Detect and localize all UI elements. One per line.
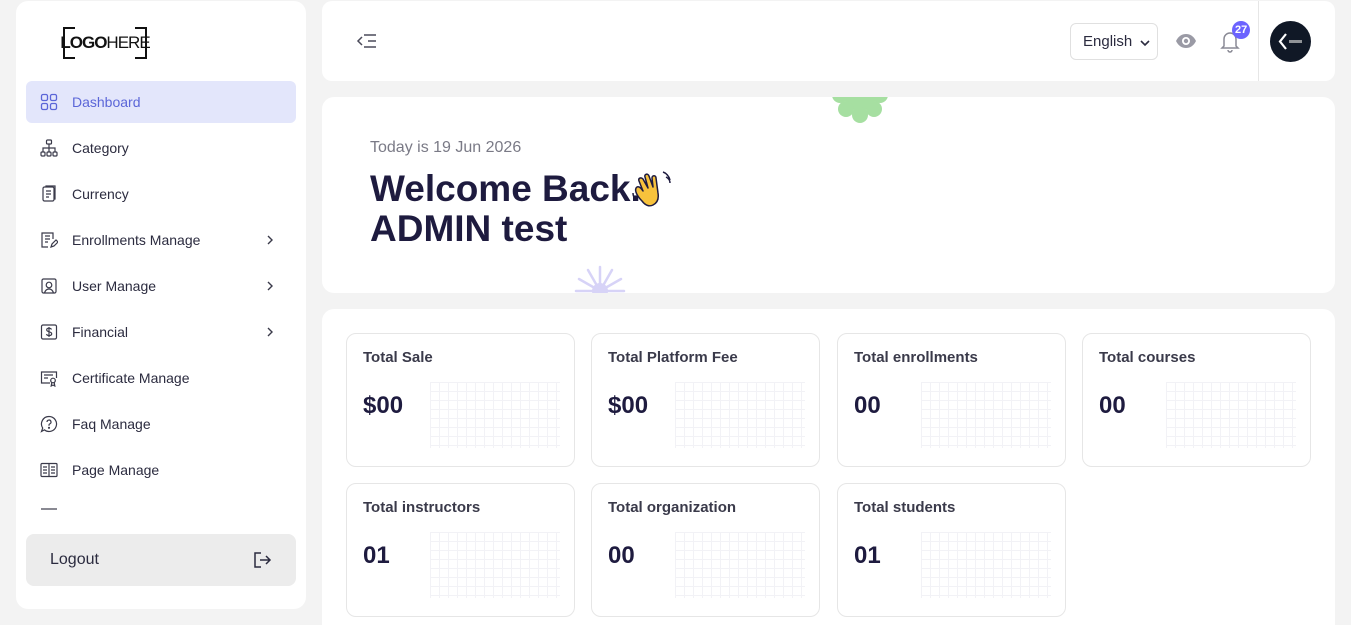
- sidebar-item-label: Faq Manage: [72, 416, 151, 432]
- sidebar-item-currency[interactable]: Currency: [26, 173, 296, 215]
- stat-label: Total courses: [1099, 349, 1196, 366]
- sidebar-item-user-manage[interactable]: User Manage: [26, 265, 296, 307]
- stat-value: $00: [608, 392, 649, 419]
- sidebar-item-category[interactable]: Category: [26, 127, 296, 169]
- sidebar-item-dashboard[interactable]: Dashboard: [26, 81, 296, 123]
- sidebar-item-financial[interactable]: Financial: [26, 311, 296, 353]
- stat-value: 00: [854, 392, 881, 419]
- greeting-line-1: Welcome Back.: [370, 168, 641, 209]
- certificate-icon: [40, 369, 58, 387]
- chevron-right-icon: [267, 327, 273, 337]
- page-layout-icon: [40, 461, 58, 479]
- flower-decoration-icon: [832, 97, 888, 123]
- notification-badge: 27: [1232, 21, 1251, 39]
- eye-icon[interactable]: [1175, 31, 1197, 51]
- sidebar-nav: Dashboard Category Currency Enrollments …: [26, 81, 296, 511]
- language-value: English: [1083, 33, 1133, 50]
- stat-value: $00: [363, 392, 404, 419]
- logout-icon: [254, 552, 272, 568]
- sidebar-item-enrollments[interactable]: Enrollments Manage: [26, 219, 296, 261]
- sidebar-item-faq[interactable]: Faq Manage: [26, 403, 296, 445]
- card-grid-pattern: [921, 382, 1051, 448]
- sidebar-item-label: Category: [72, 140, 129, 156]
- currency-icon: [40, 185, 58, 203]
- question-bubble-icon: [40, 415, 58, 433]
- sidebar-item-label: Dashboard: [72, 94, 141, 110]
- top-bar: English 27: [322, 1, 1335, 81]
- stat-value: 00: [608, 542, 635, 569]
- stat-card-total-instructors[interactable]: Total instructors 01: [346, 483, 575, 617]
- page-title: Welcome Back. ADMIN test: [370, 169, 641, 249]
- user-portrait-icon: [40, 277, 58, 295]
- stat-card-total-enrollments[interactable]: Total enrollments 00: [837, 333, 1066, 467]
- sidebar-item-label: Currency: [72, 186, 129, 202]
- stat-card-total-students[interactable]: Total students 01: [837, 483, 1066, 617]
- document-edit-icon: [40, 231, 58, 249]
- stat-value: 01: [363, 542, 390, 569]
- dollar-icon: [40, 323, 58, 341]
- stat-label: Total enrollments: [854, 349, 978, 366]
- sunburst-decoration-icon: [574, 265, 626, 293]
- logout-label: Logout: [50, 551, 99, 568]
- stat-value: 01: [854, 542, 881, 569]
- sidebar-item-label: Page Manage: [72, 462, 160, 478]
- language-select[interactable]: English: [1070, 23, 1158, 60]
- sidebar-item-label: Financial: [72, 324, 129, 340]
- avatar[interactable]: [1270, 21, 1311, 62]
- stat-value: 00: [1099, 392, 1126, 419]
- partial-icon: [40, 507, 58, 511]
- waving-hand-icon: [632, 171, 671, 207]
- stat-label: Total Platform Fee: [608, 349, 738, 366]
- stat-card-total-organization[interactable]: Total organization 00: [591, 483, 820, 617]
- chevron-right-icon: [267, 281, 273, 291]
- stat-card-total-sale[interactable]: Total Sale $00: [346, 333, 575, 467]
- sidebar-item-label: User Manage: [72, 278, 157, 294]
- stat-label: Total organization: [608, 499, 737, 516]
- card-grid-pattern: [921, 532, 1051, 598]
- sidebar-item-certificate[interactable]: Certificate Manage: [26, 357, 296, 399]
- chevron-right-icon: [267, 235, 273, 245]
- sidebar-item-label: Enrollments Manage: [72, 232, 201, 248]
- sidebar-item-more[interactable]: [26, 495, 296, 511]
- stat-label: Total Sale: [363, 349, 433, 366]
- stat-label: Total students: [854, 499, 956, 516]
- sitemap-icon: [40, 139, 58, 157]
- card-grid-pattern: [1166, 382, 1296, 448]
- header-divider: [1258, 1, 1259, 81]
- welcome-card: Today is 19 Jun 2026 Welcome Back. ADMIN…: [322, 97, 1335, 293]
- stat-card-total-platform-fee[interactable]: Total Platform Fee $00: [591, 333, 820, 467]
- card-grid-pattern: [675, 532, 805, 598]
- logout-button[interactable]: Logout: [26, 534, 296, 586]
- grid-icon: [40, 93, 58, 111]
- card-grid-pattern: [430, 382, 560, 448]
- sidebar-item-label: Certificate Manage: [72, 370, 190, 386]
- chevron-down-icon: [1140, 40, 1150, 47]
- brand-logo[interactable]: LOGOHERE: [60, 27, 151, 59]
- stats-panel: Total Sale $00 Total Platform Fee $00 To…: [322, 309, 1335, 625]
- today-date: Today is 19 Jun 2026: [370, 139, 522, 156]
- avatar-logo-icon: [1278, 33, 1302, 50]
- stat-label: Total instructors: [363, 499, 481, 516]
- sidebar-toggle-icon[interactable]: [356, 31, 378, 51]
- sidebar-item-page-manage[interactable]: Page Manage: [26, 449, 296, 491]
- logo-text: LOGOHERE: [60, 33, 150, 52]
- greeting-line-2: ADMIN test: [370, 208, 568, 249]
- stat-card-total-courses[interactable]: Total courses 00: [1082, 333, 1311, 467]
- card-grid-pattern: [675, 382, 805, 448]
- card-grid-pattern: [430, 532, 560, 598]
- sidebar: LOGOHERE Dashboard Category Currency Enr…: [16, 1, 306, 609]
